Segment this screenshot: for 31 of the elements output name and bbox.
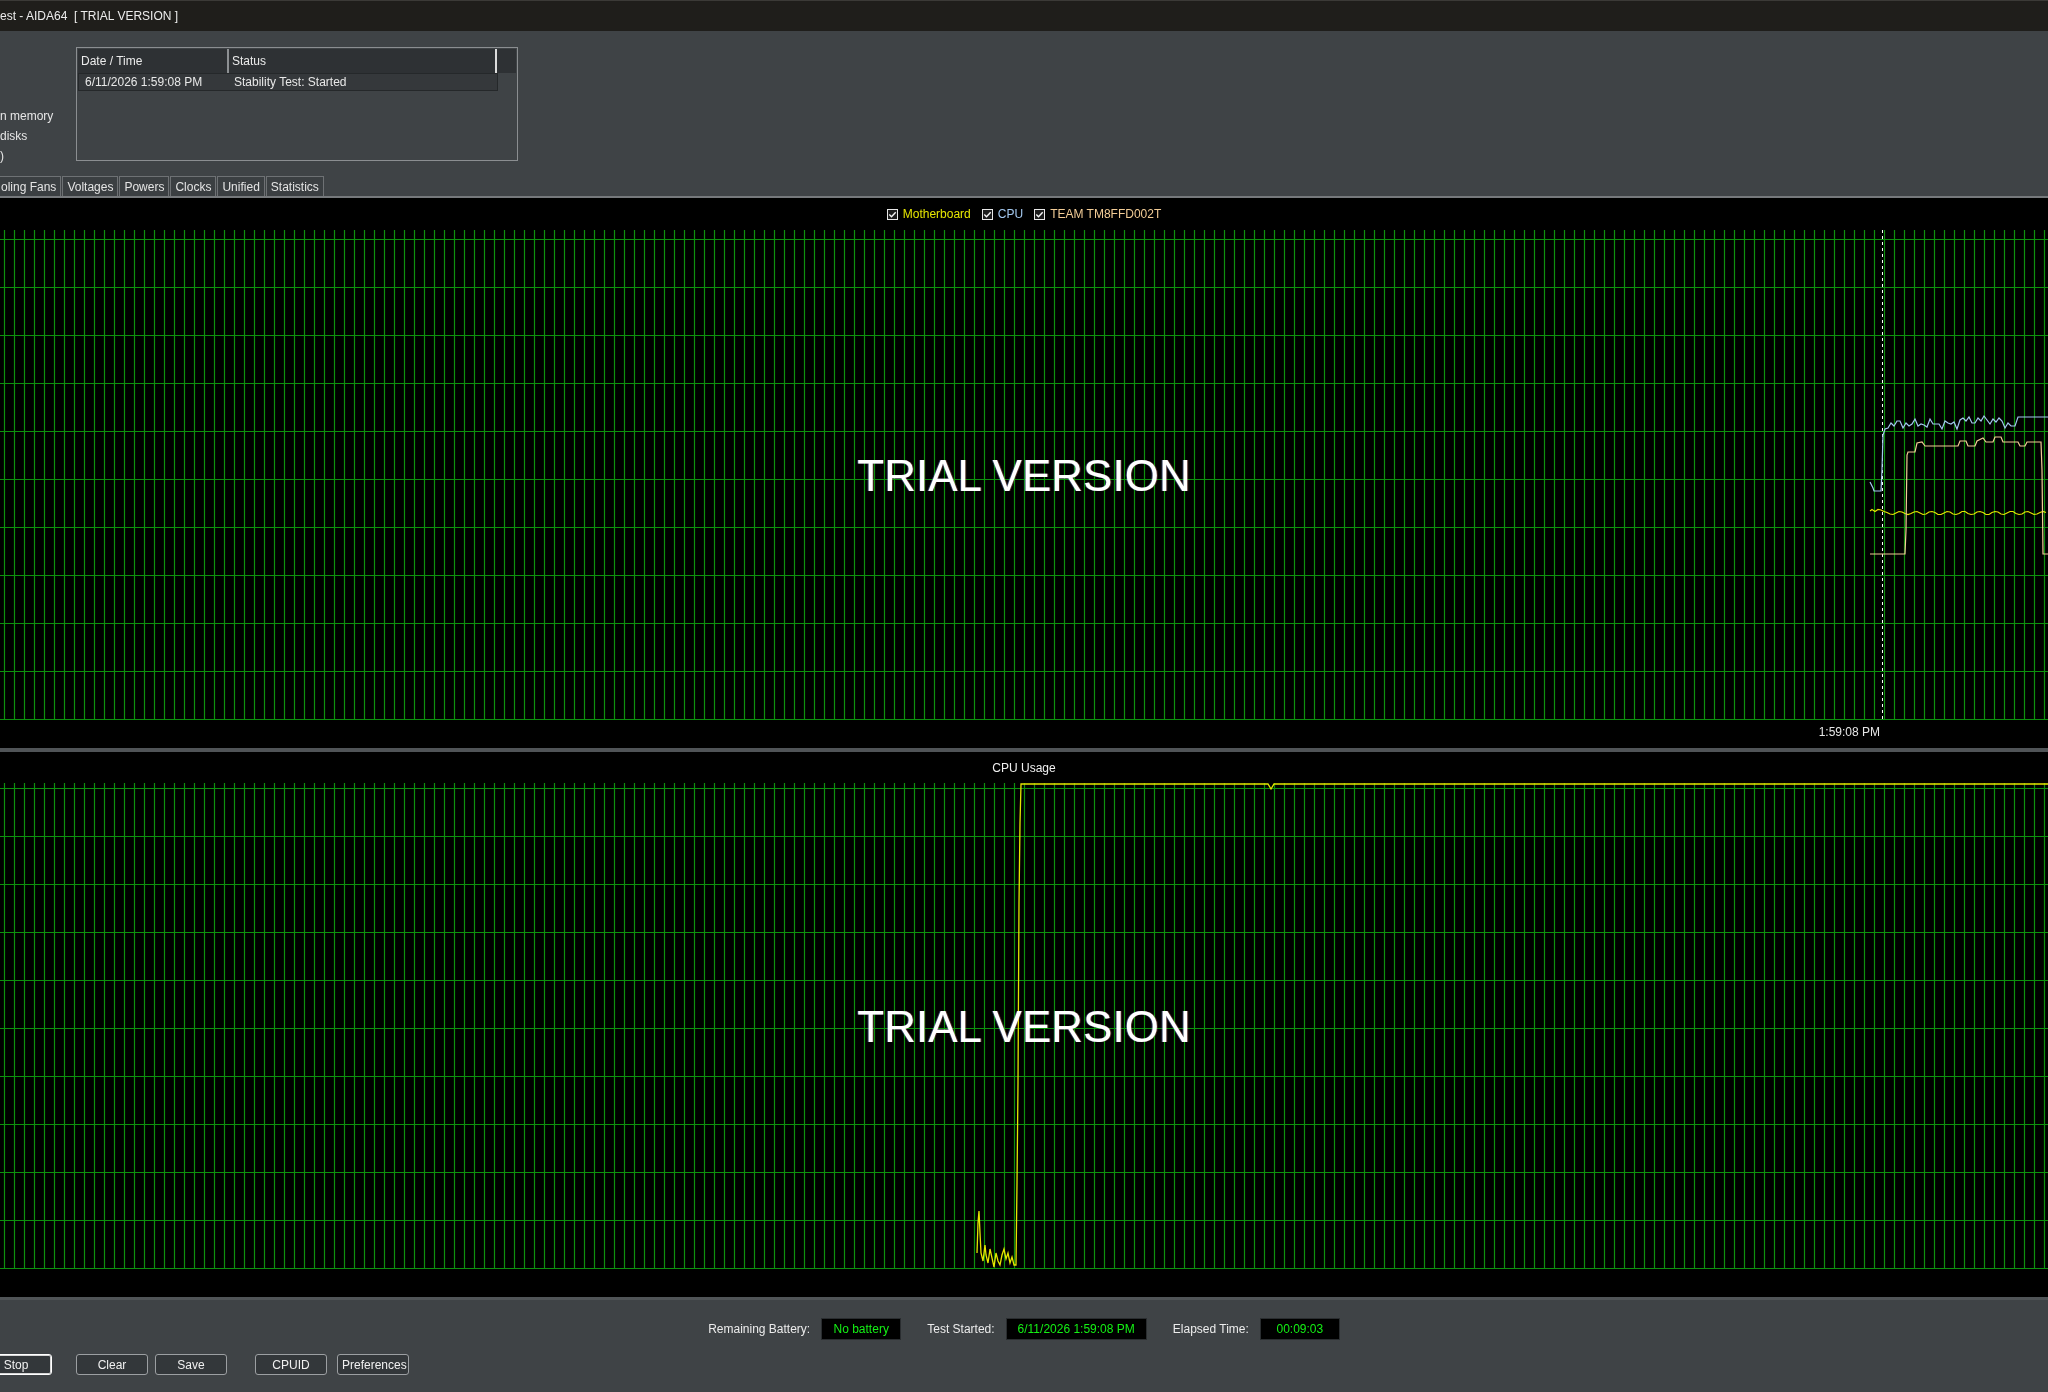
window-title: est - AIDA64 [ TRIAL VERSION ] <box>0 8 179 24</box>
tab[interactable]: Voltages <box>62 176 119 196</box>
clear-button[interactable]: Clear <box>76 1354 148 1375</box>
legend-label: CPU <box>997 207 1024 221</box>
status-readout: 00:09:03 <box>1259 1318 1340 1340</box>
legend-label: TEAM TM8FFD002T <box>1050 207 1162 221</box>
table-cell-text: Stability Test: Started <box>233 74 348 90</box>
time-axis-label: 1:59:08 PM <box>1818 724 1880 740</box>
legend-checkbox[interactable] <box>886 208 898 220</box>
save-button[interactable]: Save <box>155 1354 227 1375</box>
preferences-button[interactable]: Preferences <box>337 1354 409 1375</box>
tab[interactable]: oling Fans <box>0 176 62 196</box>
status-label: Test Started: <box>927 1322 995 1336</box>
status-readout: 6/11/2026 1:59:08 PM <box>1005 1318 1147 1340</box>
legend-checkbox[interactable] <box>981 208 993 220</box>
tab[interactable]: Unified <box>217 176 265 196</box>
tab[interactable]: Statistics <box>265 176 324 196</box>
option-label: disks <box>0 128 28 145</box>
status-label: Remaining Battery: <box>708 1322 811 1336</box>
legend-label: Motherboard <box>902 207 971 221</box>
cpuid-button[interactable]: CPUID <box>255 1354 327 1375</box>
tab[interactable]: Powers <box>119 176 170 196</box>
table-cell-text: 6/11/2026 1:59:08 PM <box>84 74 204 90</box>
status-label: Elapsed Time: <box>1172 1322 1249 1336</box>
tab[interactable]: Clocks <box>170 176 217 196</box>
chart-title: CPU Usage <box>992 761 1056 775</box>
status-readout: No battery <box>821 1318 902 1340</box>
option-label: n memory <box>0 108 54 125</box>
legend-checkbox[interactable] <box>1034 208 1046 220</box>
option-label: ) <box>0 148 4 165</box>
stop-button[interactable]: Stop <box>0 1354 52 1375</box>
